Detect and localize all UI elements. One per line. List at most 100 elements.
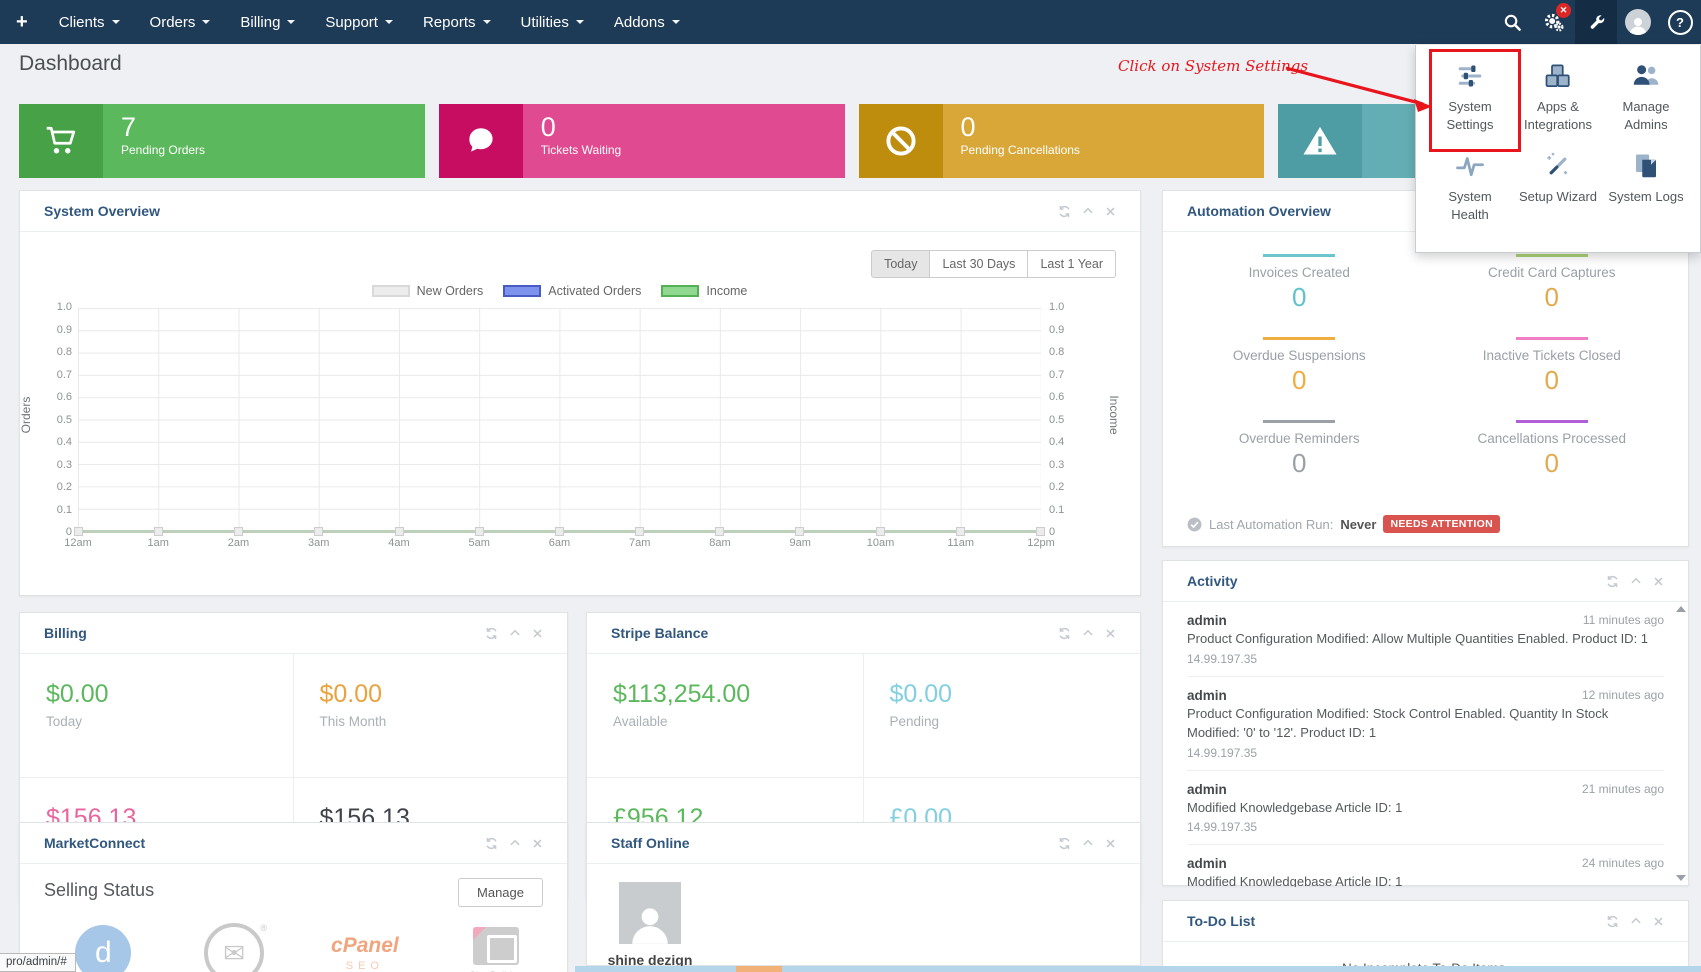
help-icon[interactable]: ? [1659, 0, 1701, 44]
refresh-icon[interactable] [1606, 915, 1619, 928]
brand-cpanel-seo[interactable]: cPanel SEO [318, 934, 413, 972]
close-icon[interactable] [532, 627, 543, 640]
activity-time: 21 minutes ago [1582, 782, 1664, 797]
pending-cancellations-card[interactable]: 0 Pending Cancellations [859, 104, 1265, 178]
x-tick-label: 1am [138, 537, 178, 549]
brand-site-builder[interactable]: Site Builder [448, 927, 543, 972]
stat-label: Overdue Reminders [1239, 431, 1360, 446]
close-icon[interactable] [1105, 837, 1116, 850]
search-icon[interactable] [1491, 0, 1533, 44]
refresh-icon[interactable] [1058, 205, 1071, 218]
nav-menu-item[interactable]: Orders [135, 0, 226, 44]
y-tick-label: 0.2 [1049, 481, 1064, 493]
user-avatar[interactable] [1617, 0, 1659, 44]
collapse-icon[interactable] [1630, 575, 1642, 588]
nav-menu-label: Clients [59, 14, 105, 31]
automation-stat: Cancellations Processed 0 [1426, 420, 1679, 479]
menu-item-system-logs[interactable]: System Logs [1604, 151, 1688, 223]
collapse-icon[interactable] [1082, 627, 1094, 640]
chevron-down-icon [202, 20, 210, 24]
site-builder-icon [473, 927, 519, 965]
legend-item: Activated Orders [503, 284, 641, 298]
range-1year-button[interactable]: Last 1 Year [1028, 250, 1116, 278]
tickets-waiting-card[interactable]: 0 Tickets Waiting [439, 104, 845, 178]
stat-value: 0 [1545, 448, 1559, 479]
data-point-marker [234, 527, 243, 536]
menu-item-setup-wizard[interactable]: Setup Wizard [1516, 151, 1600, 223]
chevron-down-icon [385, 20, 393, 24]
manage-button[interactable]: Manage [458, 878, 543, 907]
range-today-button[interactable]: Today [871, 250, 930, 278]
scroll-up-icon[interactable] [1676, 606, 1686, 612]
close-icon[interactable] [1653, 915, 1664, 928]
ban-icon [859, 104, 943, 178]
automation-status-gears-icon[interactable]: ✕ [1533, 0, 1575, 44]
menu-item-system-health[interactable]: System Health [1428, 151, 1512, 223]
collapse-icon[interactable] [509, 627, 521, 640]
tickets-waiting-label: Tickets Waiting [541, 143, 845, 157]
refresh-icon[interactable] [1606, 575, 1619, 588]
close-icon[interactable] [1105, 205, 1116, 218]
y-tick-label: 0.7 [1049, 369, 1064, 381]
balance-label: Pending [890, 714, 1141, 729]
activity-user: admin [1187, 856, 1227, 871]
automation-stat: Invoices Created 0 [1173, 254, 1426, 313]
collapse-icon[interactable] [1082, 205, 1094, 218]
stat-color-line [1516, 337, 1588, 340]
users-icon [1631, 61, 1661, 91]
activity-description: Product Configuration Modified: Stock Co… [1187, 705, 1664, 743]
menu-item-manage-admins[interactable]: Manage Admins [1604, 61, 1688, 133]
quick-add-icon[interactable]: + [0, 11, 44, 34]
refresh-icon[interactable] [1058, 837, 1071, 850]
activity-time: 11 minutes ago [1583, 613, 1664, 628]
collapse-icon[interactable] [1082, 837, 1094, 850]
refresh-icon[interactable] [485, 627, 498, 640]
last-automation-run: Last Automation Run: Never NEEDS ATTENTI… [1187, 515, 1500, 533]
refresh-icon[interactable] [1058, 627, 1071, 640]
last-run-value: Never [1340, 517, 1376, 532]
nav-menu-item[interactable]: Clients [44, 0, 135, 44]
nav-menu-item[interactable]: Reports [408, 0, 506, 44]
range-30days-button[interactable]: Last 30 Days [930, 250, 1028, 278]
panel-tools [1606, 575, 1664, 588]
scroll-down-icon[interactable] [1676, 875, 1686, 881]
menu-item-apps-integrations[interactable]: Apps & Integrations [1516, 61, 1600, 133]
x-tick-label: 11am [941, 537, 981, 549]
close-icon[interactable] [1105, 627, 1116, 640]
chevron-down-icon [672, 20, 680, 24]
legend-swatch [503, 285, 541, 297]
y-axis-label-income: Income [1107, 385, 1121, 445]
y-axis-label-orders: Orders [19, 385, 33, 445]
needs-attention-badge: NEEDS ATTENTION [1383, 515, 1500, 533]
y-tick-label: 0.8 [57, 346, 72, 358]
pending-orders-card[interactable]: 7 Pending Orders [19, 104, 425, 178]
y-tick-label: 0.1 [57, 504, 72, 516]
nav-menu-item[interactable]: Support [310, 0, 408, 44]
panel-tools [485, 837, 543, 850]
collapse-icon[interactable] [509, 837, 521, 850]
chart-legend: New Orders Activated Orders Income [78, 284, 1041, 298]
balance-cell: $0.00 Today [20, 654, 294, 778]
stat-color-line [1516, 254, 1588, 257]
series-markers [74, 527, 1045, 536]
stat-value: 0 [1545, 282, 1559, 313]
brand-spam-filter[interactable]: ✉® [187, 923, 282, 972]
stat-label: Cancellations Processed [1477, 431, 1626, 446]
automation-stat: Overdue Suspensions 0 [1173, 337, 1426, 396]
data-point-marker [795, 527, 804, 536]
refresh-icon[interactable] [485, 837, 498, 850]
nav-menu-item[interactable]: Utilities [506, 0, 599, 44]
system-settings-wrench-icon[interactable] [1575, 0, 1617, 44]
close-icon[interactable] [1653, 575, 1664, 588]
menu-label: Apps & Integrations [1516, 98, 1600, 133]
pulse-icon [1455, 151, 1485, 181]
close-icon[interactable] [532, 837, 543, 850]
automation-stat: Inactive Tickets Closed 0 [1426, 337, 1679, 396]
pending-orders-count: 7 [121, 112, 425, 142]
menu-label: Manage Admins [1604, 98, 1688, 133]
d-circle-icon: d [75, 925, 131, 972]
collapse-icon[interactable] [1630, 915, 1642, 928]
nav-menu-item[interactable]: Addons [599, 0, 695, 44]
data-point-marker [956, 527, 965, 536]
nav-menu-item[interactable]: Billing [225, 0, 310, 44]
